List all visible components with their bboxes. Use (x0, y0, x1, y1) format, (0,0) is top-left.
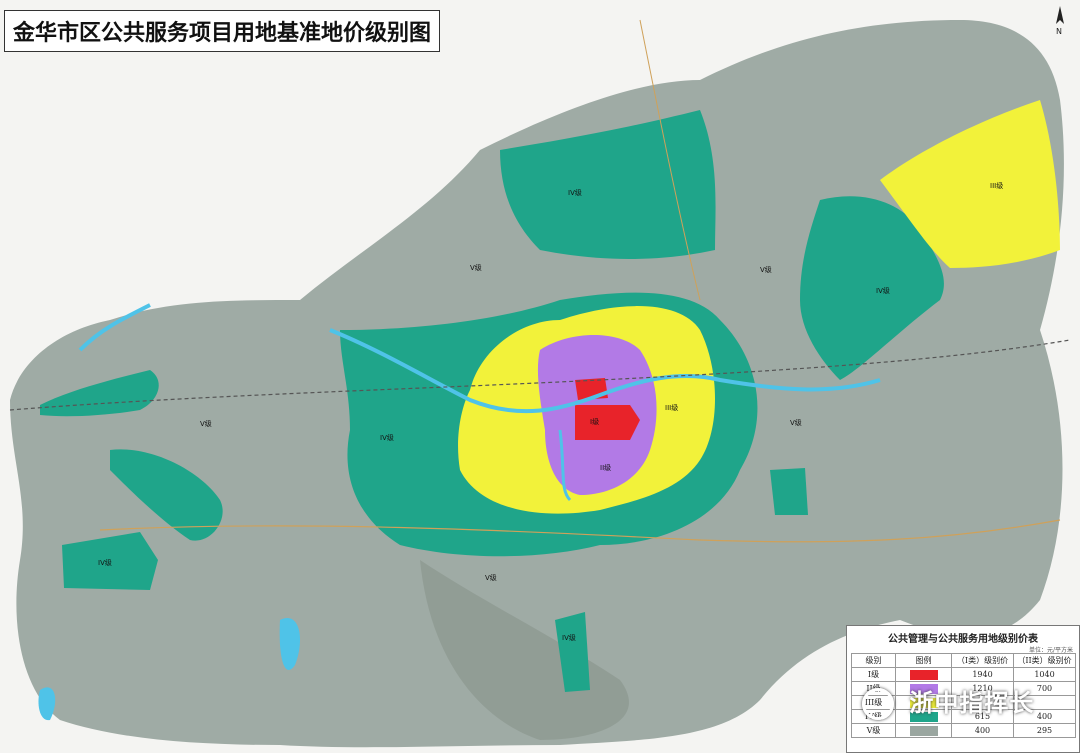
legend-header-class1: （I类）级别价 (951, 653, 1014, 668)
north-label: N (1056, 27, 1062, 36)
grade-label-5-ne: V级 (760, 265, 772, 274)
map-title: 金华市区公共服务项目用地基准地价级别图 (4, 10, 441, 52)
watermark-logo-icon (862, 688, 894, 720)
north-arrow-icon: N (1056, 6, 1064, 36)
map-frame: I级 II级 III级 III级 IV级 IV级 IV级 IV级 IV级 V级 … (0, 0, 1080, 753)
watermark-text: 浙中指挥长 (909, 689, 1035, 717)
grade-label-5-north: V级 (470, 263, 482, 272)
grade-label-5-south: V级 (485, 573, 497, 582)
grade-label-4-central: IV级 (380, 433, 394, 442)
legend-row: V级 400 295 (851, 723, 1076, 738)
grade-label-4-sw: IV级 (98, 558, 112, 567)
legend-grade: I级 (851, 667, 896, 682)
legend-swatch (909, 669, 938, 680)
legend-swatch-cell (895, 667, 952, 682)
legend-class1-price: 1940 (951, 667, 1014, 682)
legend-row: I级 1940 1040 (851, 667, 1076, 682)
grade-1-zone-main (575, 405, 640, 440)
lake-southwest (38, 687, 56, 721)
legend-class2-price: 295 (1013, 723, 1076, 738)
legend-header-symbol: 图例 (895, 653, 952, 668)
legend-swatch-cell (895, 723, 952, 738)
watermark: 浙中指挥长 (862, 683, 1035, 720)
grade-label-3-ne: III级 (990, 181, 1003, 190)
legend-header-row: 级别 图例 （I类）级别价 （II类）级别价 (851, 653, 1076, 668)
legend-unit: 单位：元/平方米 (1028, 647, 1073, 654)
legend-swatch (909, 725, 938, 736)
grade-label-1: I级 (590, 417, 599, 426)
grade-label-4-north: IV级 (568, 188, 582, 197)
legend-class1-price: 400 (951, 723, 1014, 738)
legend-grade: V级 (851, 723, 896, 738)
legend-class2-price: 1040 (1013, 667, 1076, 682)
legend-header-class2: （II类）级别价 (1013, 653, 1076, 668)
legend-title: 公共管理与公共服务用地级别价表 (888, 634, 1038, 645)
grade-label-5-east: V级 (790, 418, 802, 427)
grade-label-3-core: III级 (665, 403, 678, 412)
grade-4-zone-far-east (770, 468, 808, 515)
grade-label-2: II级 (600, 463, 611, 472)
legend-header-grade: 级别 (851, 653, 896, 668)
grade-label-4-south: IV级 (562, 633, 576, 642)
grade-label-5-west: V级 (200, 419, 212, 428)
grade-label-4-east: IV级 (876, 286, 890, 295)
